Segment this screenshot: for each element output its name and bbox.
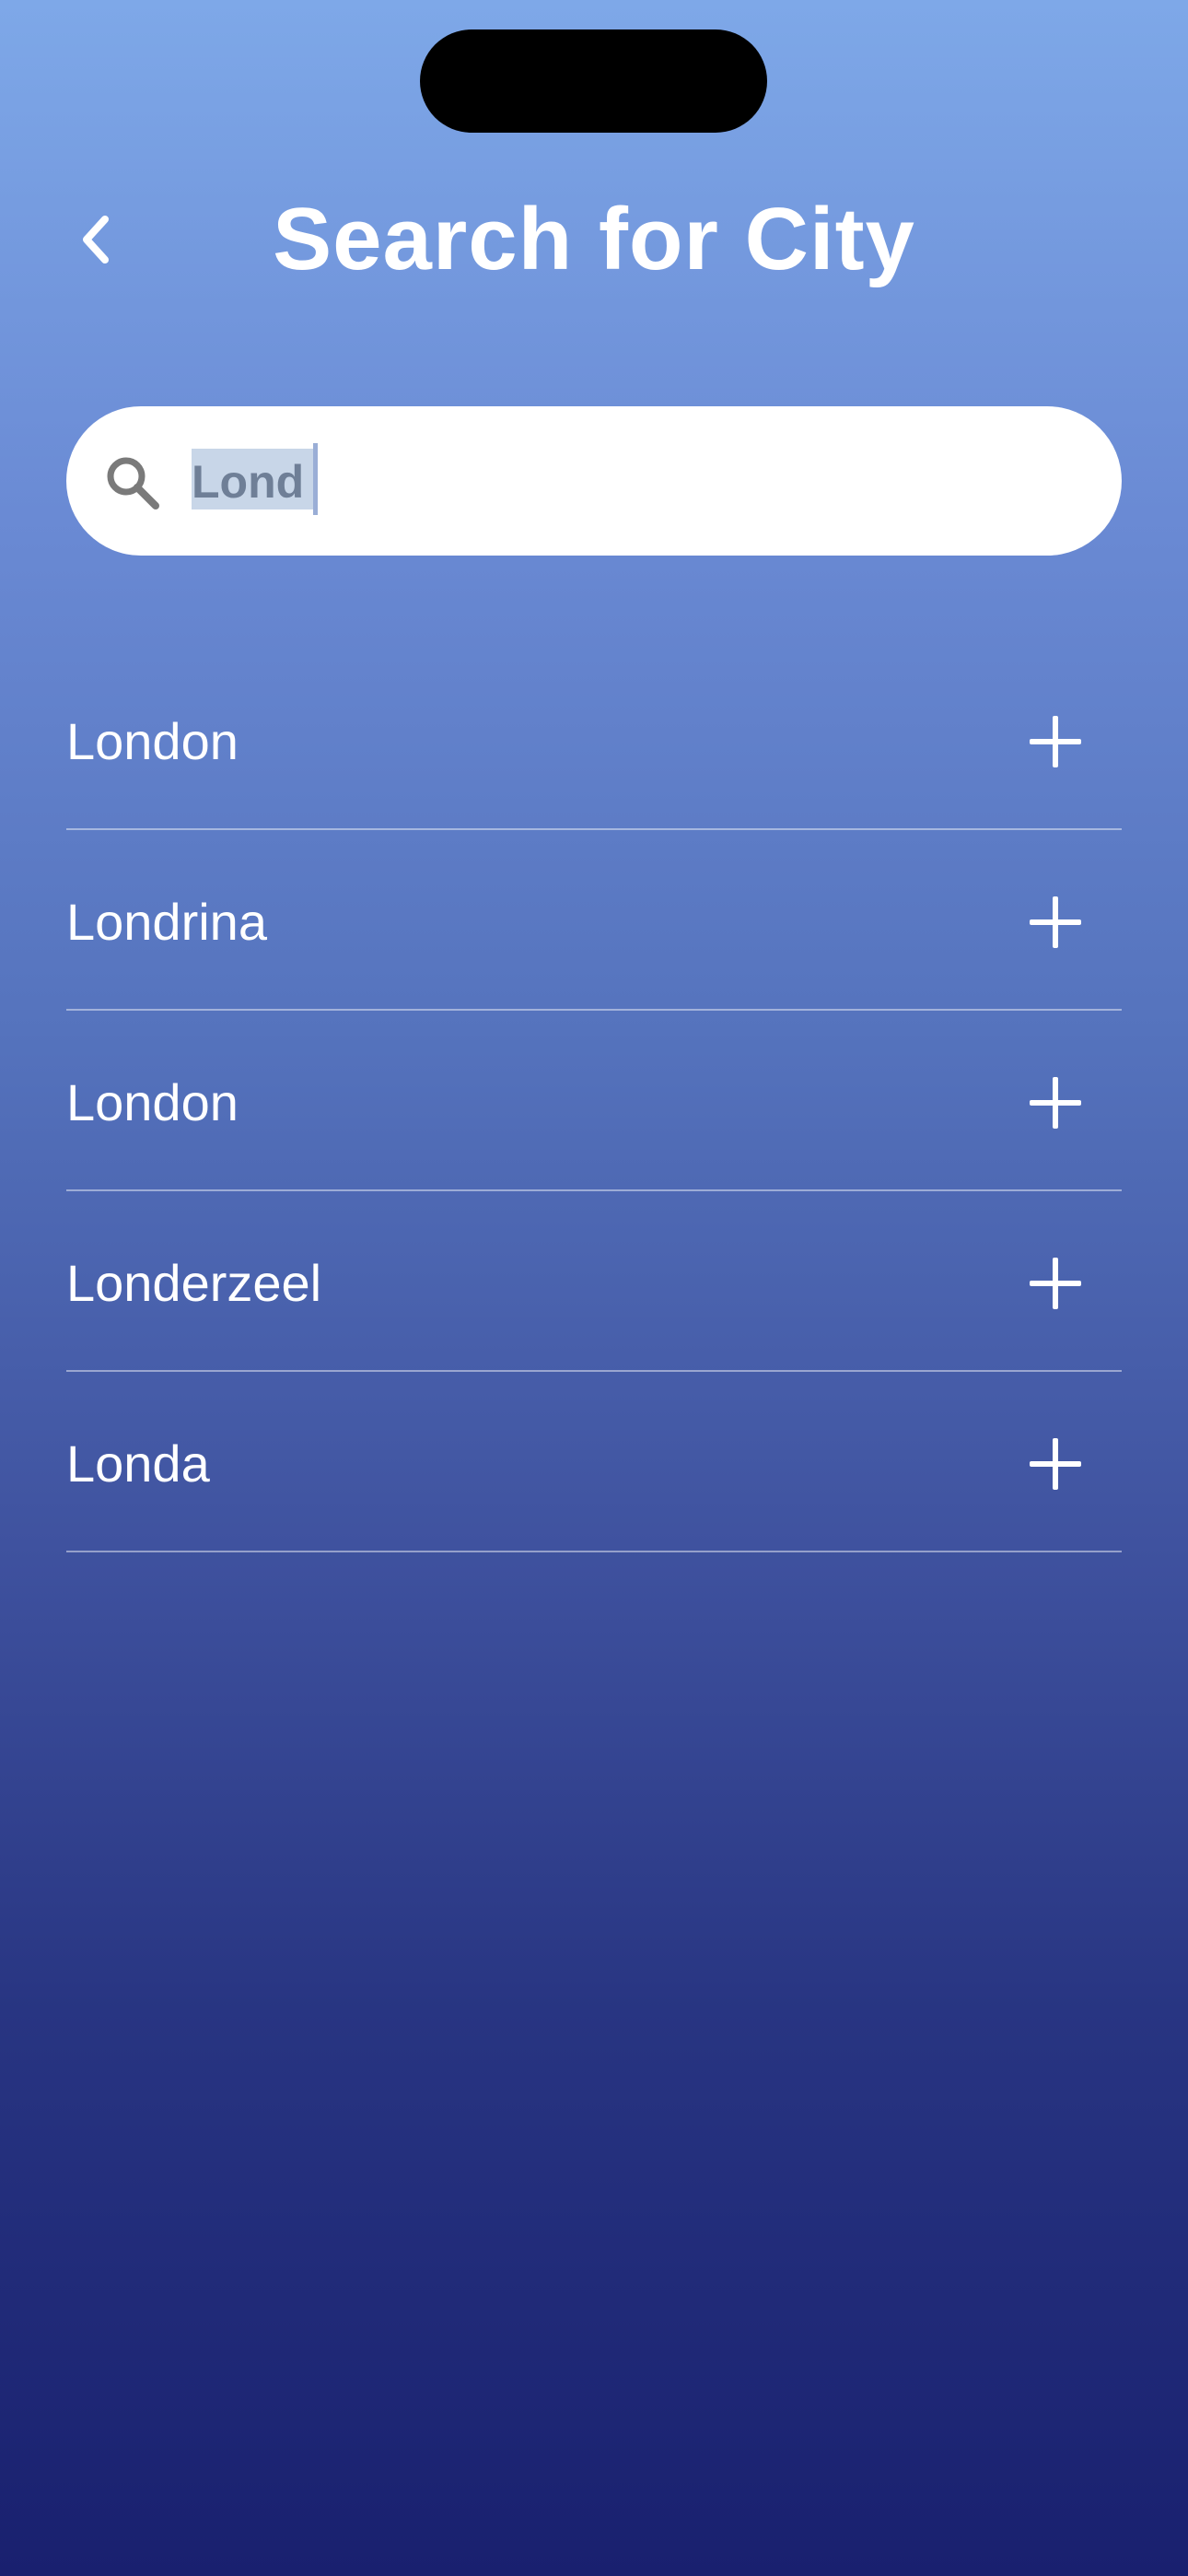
list-item[interactable]: Londrina <box>66 830 1122 1011</box>
text-caret <box>313 443 318 515</box>
result-label: Londerzeel <box>66 1254 322 1312</box>
list-item[interactable]: Londa <box>66 1372 1122 1552</box>
results-list: London Londrina London Londerzeel Londa <box>66 650 1122 1552</box>
plus-icon[interactable] <box>1030 716 1081 767</box>
result-label: London <box>66 1073 239 1131</box>
plus-icon[interactable] <box>1030 1438 1081 1490</box>
plus-icon[interactable] <box>1030 1258 1081 1309</box>
plus-icon[interactable] <box>1030 1077 1081 1129</box>
list-item[interactable]: London <box>66 650 1122 830</box>
search-icon <box>107 457 159 509</box>
page-title: Search for City <box>273 190 915 288</box>
search-input[interactable] <box>192 440 1076 523</box>
result-label: Londrina <box>66 893 267 951</box>
result-label: Londa <box>66 1434 210 1493</box>
dynamic-island <box>420 29 767 133</box>
plus-icon[interactable] <box>1030 896 1081 948</box>
list-item[interactable]: London <box>66 1011 1122 1191</box>
list-item[interactable]: Londerzeel <box>66 1191 1122 1372</box>
result-label: London <box>66 712 239 770</box>
